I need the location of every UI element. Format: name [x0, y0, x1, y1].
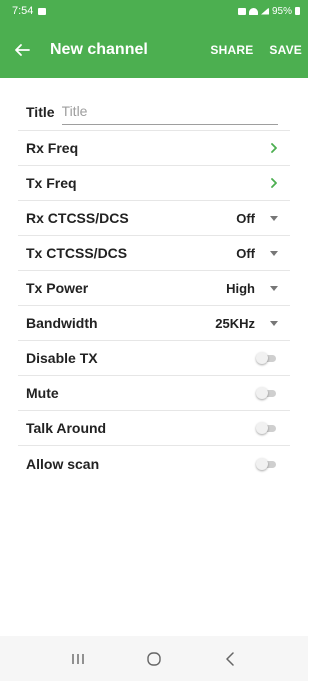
status-bar: 7:54 95% [0, 0, 308, 22]
rx-ctcss-label: Rx CTCSS/DCS [26, 210, 129, 226]
mute-switch[interactable] [256, 387, 278, 399]
rx-freq-row[interactable]: Rx Freq [18, 131, 290, 166]
rx-freq-label: Rx Freq [26, 140, 79, 156]
rx-ctcss-row: Rx CTCSS/DCS Off [18, 201, 290, 236]
talk-around-row: Talk Around [18, 411, 290, 446]
allow-scan-switch[interactable] [256, 457, 278, 470]
back-button[interactable] [0, 22, 44, 78]
dropdown-arrow-icon [268, 317, 280, 329]
back-nav-button[interactable] [210, 639, 250, 679]
disable-tx-label: Disable TX [26, 350, 98, 366]
tx-power-value: High [226, 280, 255, 296]
dropdown-arrow-icon [268, 282, 280, 294]
share-button[interactable]: SHARE [202, 22, 261, 78]
title-row: Title [18, 93, 290, 131]
title-input[interactable] [61, 98, 278, 125]
tx-ctcss-select[interactable]: Off [236, 246, 284, 261]
talk-around-switch[interactable] [256, 422, 278, 434]
tx-power-select[interactable]: High [226, 281, 284, 296]
gallery-notification-icon [38, 7, 47, 15]
tx-power-row: Tx Power High [18, 271, 290, 306]
title-label: Title [26, 103, 55, 120]
dropdown-arrow-icon [268, 247, 280, 259]
home-button[interactable] [134, 639, 174, 679]
dropdown-arrow-icon [268, 212, 280, 224]
status-time: 7:54 [12, 5, 34, 17]
bandwidth-label: Bandwidth [26, 315, 98, 331]
battery-icon [295, 7, 300, 15]
page-title: New channel [50, 41, 148, 58]
chevron-right-icon [264, 138, 284, 158]
app-bar: New channel SHARE SAVE [0, 22, 308, 78]
tx-freq-row[interactable]: Tx Freq [18, 166, 290, 201]
bandwidth-select[interactable]: 25KHz [215, 316, 284, 331]
bandwidth-value: 25KHz [215, 315, 255, 331]
mute-row: Mute [18, 376, 290, 411]
rx-ctcss-select[interactable]: Off [236, 211, 284, 226]
switch-thumb [256, 352, 268, 364]
arrow-left-icon [15, 44, 30, 56]
battery-percent: 95% [271, 5, 292, 17]
allow-scan-row: Allow scan [18, 446, 290, 481]
home-icon [147, 651, 161, 666]
system-nav-bar [0, 636, 308, 681]
recents-icon [72, 653, 84, 664]
rx-ctcss-value: Off [236, 210, 255, 226]
back-nav-icon [226, 651, 234, 666]
disable-tx-row: Disable TX [18, 341, 290, 376]
disable-tx-switch[interactable] [256, 352, 278, 364]
chevron-right-icon [264, 173, 284, 193]
bandwidth-row: Bandwidth 25KHz [18, 306, 290, 341]
recents-button[interactable] [58, 639, 98, 679]
switch-thumb [256, 422, 268, 434]
mute-label: Mute [26, 385, 59, 401]
channel-form: Title Rx Freq Tx Freq Rx CTCSS/DCS Off T… [18, 93, 290, 481]
tx-ctcss-row: Tx CTCSS/DCS Off [18, 236, 290, 271]
talk-around-label: Talk Around [26, 420, 107, 436]
tx-freq-label: Tx Freq [26, 175, 77, 191]
wifi-icon [248, 7, 258, 15]
switch-thumb [256, 387, 268, 399]
tx-ctcss-value: Off [236, 245, 255, 261]
allow-scan-label: Allow scan [26, 455, 100, 472]
tx-ctcss-label: Tx CTCSS/DCS [26, 245, 128, 261]
save-button[interactable]: SAVE [261, 22, 308, 78]
signal-icon [260, 7, 269, 15]
tx-power-label: Tx Power [26, 280, 89, 296]
alarm-icon [237, 7, 246, 15]
switch-thumb [256, 457, 268, 470]
